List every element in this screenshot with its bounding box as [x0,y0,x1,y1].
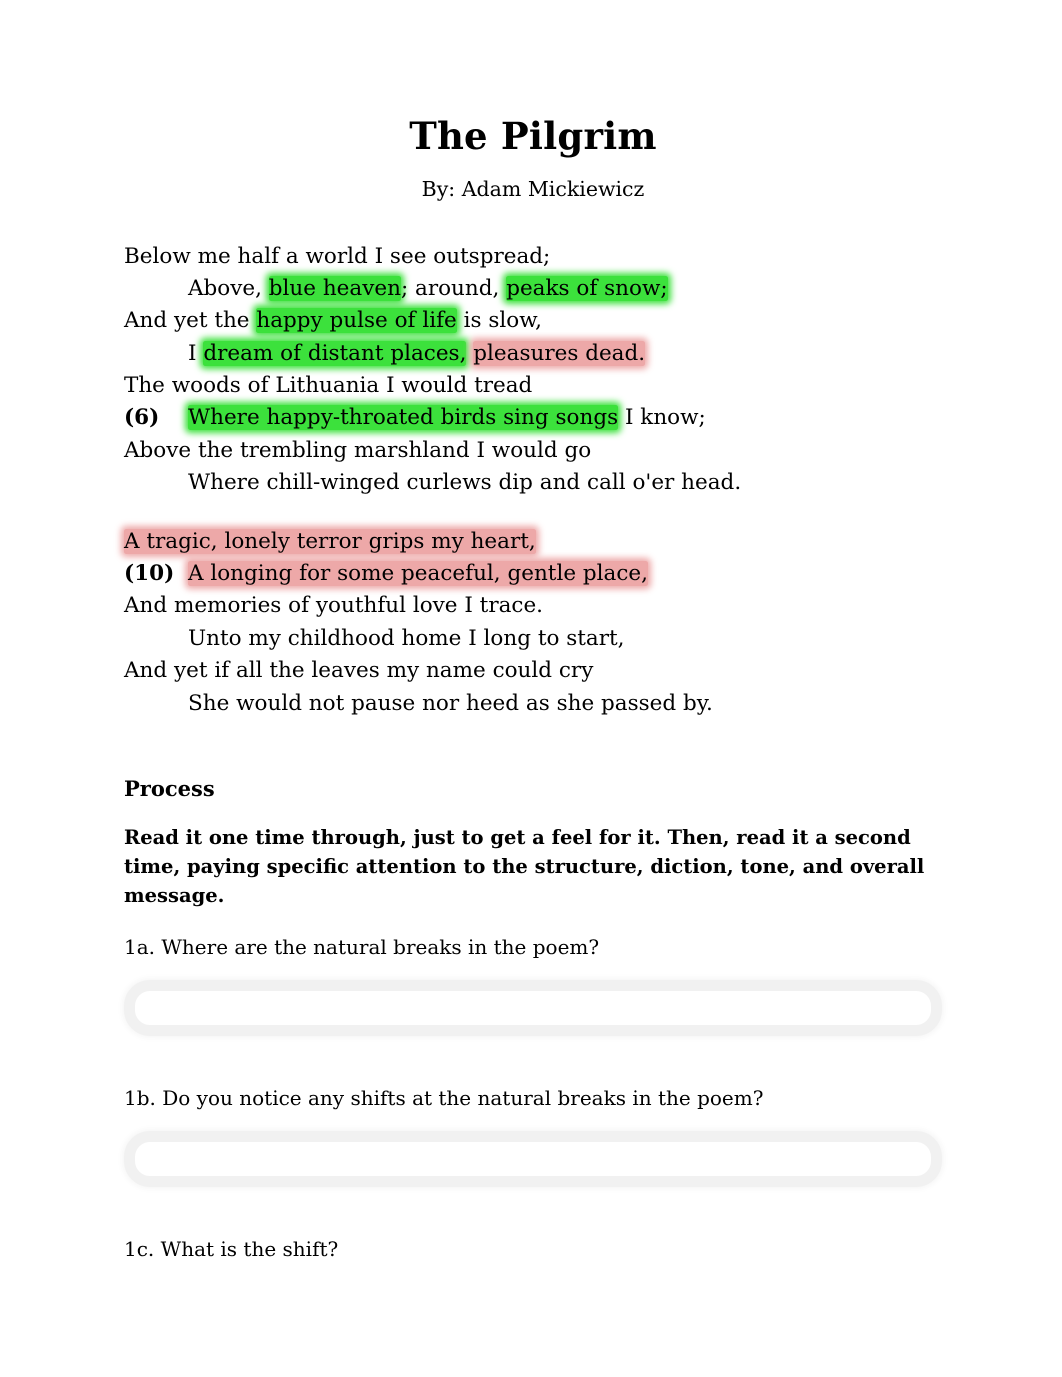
poem-text: Above the trembling marshland I would go [124,437,592,463]
poem-text: is slow, [456,308,542,334]
document-page: The Pilgrim By: Adam Mickiewicz Below me… [0,0,1062,1377]
poem-line-number: (10) [124,561,175,587]
answer-input-1a[interactable] [124,979,942,1036]
question-label-1c: 1c. What is the shift? [124,1236,339,1261]
author-byline: By: Adam Mickiewicz [421,177,645,201]
poem-text: And yet if all the leaves my name could … [124,658,594,684]
question-label-1a: 1a. Where are the natural breaks in the … [124,934,600,959]
poem-text: And memories of youthful love I trace. [124,593,544,619]
poem-line: And yet the happy pulse of life is slow, [124,305,942,337]
poem-line: Unto my childhood home I long to start, [124,623,942,655]
poem-line: A tragic, lonely terror grips my heart, [124,526,942,558]
answer-input-1b[interactable] [124,1130,942,1187]
highlight-green: Where happy-throated birds sing songs [188,405,619,431]
poem-line: She would not pause nor heed as she pass… [124,688,942,720]
highlight-green: blue heaven [268,275,401,301]
poem-line: And memories of youthful love I trace. [124,590,942,622]
highlight-pink: A longing for some peaceful, gentle plac… [188,561,648,587]
poem-line: Above the trembling marshland I would go [124,435,942,467]
poem-text: I [188,340,204,366]
highlight-green: happy pulse of life [256,308,457,334]
document-content: The Pilgrim By: Adam Mickiewicz Below me… [124,0,942,1262]
poem-line: I dream of distant places, pleasures dea… [124,338,942,370]
poem-line: Below me half a world I see outspread; [124,241,942,273]
poem-line: Above, blue heaven; around, peaks of sno… [124,273,942,305]
poem-text: Below me half a world I see outspread; [124,243,551,269]
poem-text: I know; [618,405,706,431]
poem-text: Where chill-winged curlews dip and call … [188,470,742,496]
poem-line-number: (6) [124,405,160,431]
poem-line: Where chill-winged curlews dip and call … [124,467,942,499]
poem-line: (10) A longing for some peaceful, gentle … [124,558,942,590]
poem-body: Below me half a world I see outspread; A… [124,241,942,720]
process-heading: Process [124,775,215,801]
poem-text: Unto my childhood home I long to start, [188,625,625,651]
poem-text: She would not pause nor heed as she pass… [188,690,713,716]
highlight-pink: pleasures dead. [473,340,646,366]
highlight-green: dream of distant places, [203,340,467,366]
poem-text: And yet the [124,308,257,334]
poem-text: Above, [188,275,269,301]
poem-text: ; around, [400,275,507,301]
highlight-green: peaks of snow; [506,275,668,301]
poem-line: (6) Where happy-throated birds sing songs… [124,402,942,434]
poem-line: And yet if all the leaves my name could … [124,655,942,687]
stanza-separator [124,500,942,526]
poem-line: The woods of Lithuania I would tread [124,370,942,402]
poem-text: The woods of Lithuania I would tread [124,373,533,399]
page-title: The Pilgrim [409,114,657,158]
highlight-pink: A tragic, lonely terror grips my heart, [124,528,536,554]
question-label-1b: 1b. Do you notice any shifts at the natu… [124,1085,764,1110]
process-instructions: Read it one time through, just to get a … [124,825,925,907]
